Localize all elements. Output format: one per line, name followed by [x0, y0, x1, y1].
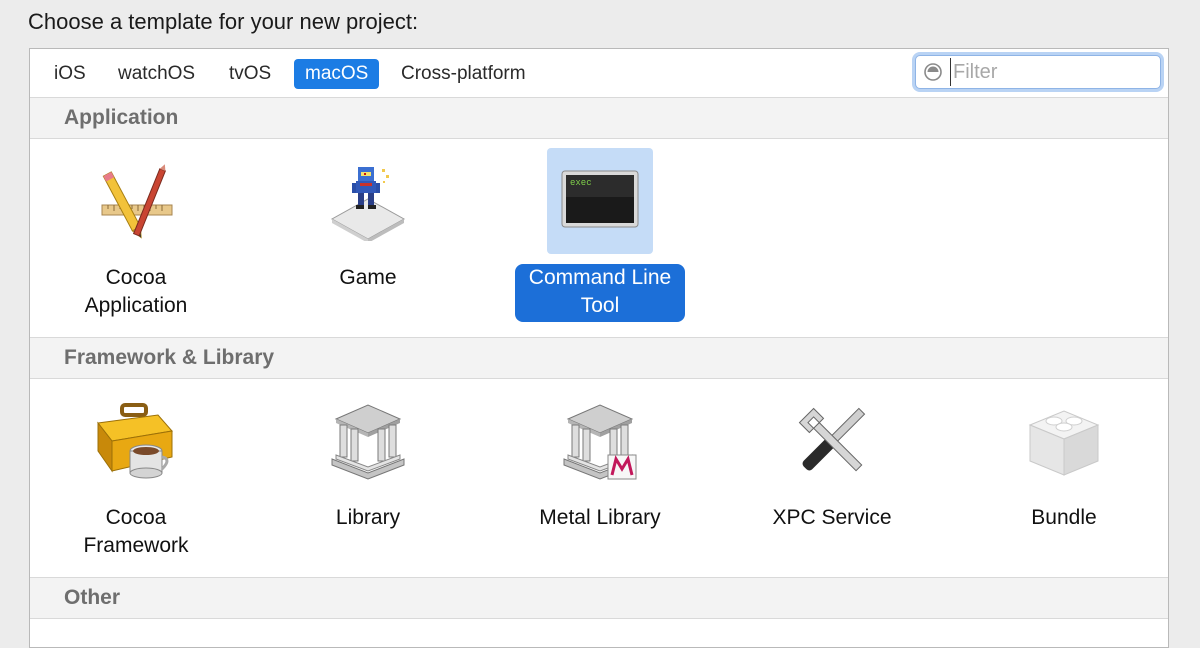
- template-icon-wrap: exec: [547, 148, 653, 254]
- tab-watchos[interactable]: watchOS: [107, 59, 206, 89]
- template-chooser-panel: iOS watchOS tvOS macOS Cross-platform Ap…: [29, 48, 1169, 648]
- template-label: Cocoa Application: [84, 266, 188, 317]
- section-header-application: Application: [30, 97, 1168, 139]
- template-label: Game: [339, 266, 397, 289]
- template-metal-library[interactable]: Metal Library: [484, 388, 716, 532]
- template-icon-wrap: [547, 388, 653, 494]
- template-label: Command Line Tool: [514, 264, 686, 322]
- tab-ios[interactable]: iOS: [43, 59, 97, 89]
- template-game[interactable]: Game: [252, 148, 484, 292]
- section-title: Framework & Library: [64, 346, 275, 369]
- tab-tvos[interactable]: tvOS: [218, 59, 282, 89]
- section-title: Other: [64, 586, 121, 609]
- template-cocoa-application[interactable]: Cocoa Application: [20, 148, 252, 320]
- template-xpc-service[interactable]: XPC Service: [716, 388, 948, 532]
- tools-icon: [798, 407, 866, 472]
- template-cocoa-framework[interactable]: Cocoa Framework: [20, 388, 252, 560]
- template-label: Cocoa Framework: [83, 506, 189, 557]
- template-library[interactable]: Library: [252, 388, 484, 532]
- section-title: Application: [64, 106, 179, 129]
- pencil-ruler-icon: [101, 164, 173, 239]
- filter-field[interactable]: [915, 55, 1161, 89]
- section-header-other: Other: [30, 577, 1168, 619]
- library-building-icon: [331, 404, 405, 480]
- tab-macos[interactable]: macOS: [294, 59, 380, 89]
- template-icon-wrap: [83, 148, 189, 254]
- template-icon-wrap: [315, 388, 421, 494]
- template-icon-wrap: [83, 388, 189, 494]
- filter-input[interactable]: [950, 58, 1153, 86]
- template-bundle[interactable]: Bundle: [948, 388, 1180, 532]
- template-label: Bundle: [1031, 506, 1097, 529]
- bundle-icon: [1028, 410, 1100, 476]
- section-header-framework-library: Framework & Library: [30, 337, 1168, 379]
- terminal-text: exec: [570, 178, 592, 188]
- template-icon-wrap: [315, 148, 421, 254]
- template-label: Library: [335, 506, 401, 529]
- tab-cross-platform[interactable]: Cross-platform: [390, 59, 537, 89]
- template-icon-wrap: [779, 388, 885, 494]
- platform-tab-bar: iOS watchOS tvOS macOS Cross-platform: [30, 49, 1168, 98]
- filter-icon[interactable]: [924, 63, 942, 81]
- toolbox-icon: [97, 403, 173, 479]
- template-command-line-tool[interactable]: exec Command Line Tool: [484, 148, 716, 322]
- terminal-icon: exec: [561, 170, 639, 228]
- template-label: XPC Service: [772, 506, 892, 529]
- template-icon-wrap: [1011, 388, 1117, 494]
- game-icon: [330, 167, 406, 241]
- metal-library-icon: [563, 404, 637, 480]
- page-title: Choose a template for your new project:: [28, 9, 419, 34]
- template-label: Metal Library: [539, 506, 661, 529]
